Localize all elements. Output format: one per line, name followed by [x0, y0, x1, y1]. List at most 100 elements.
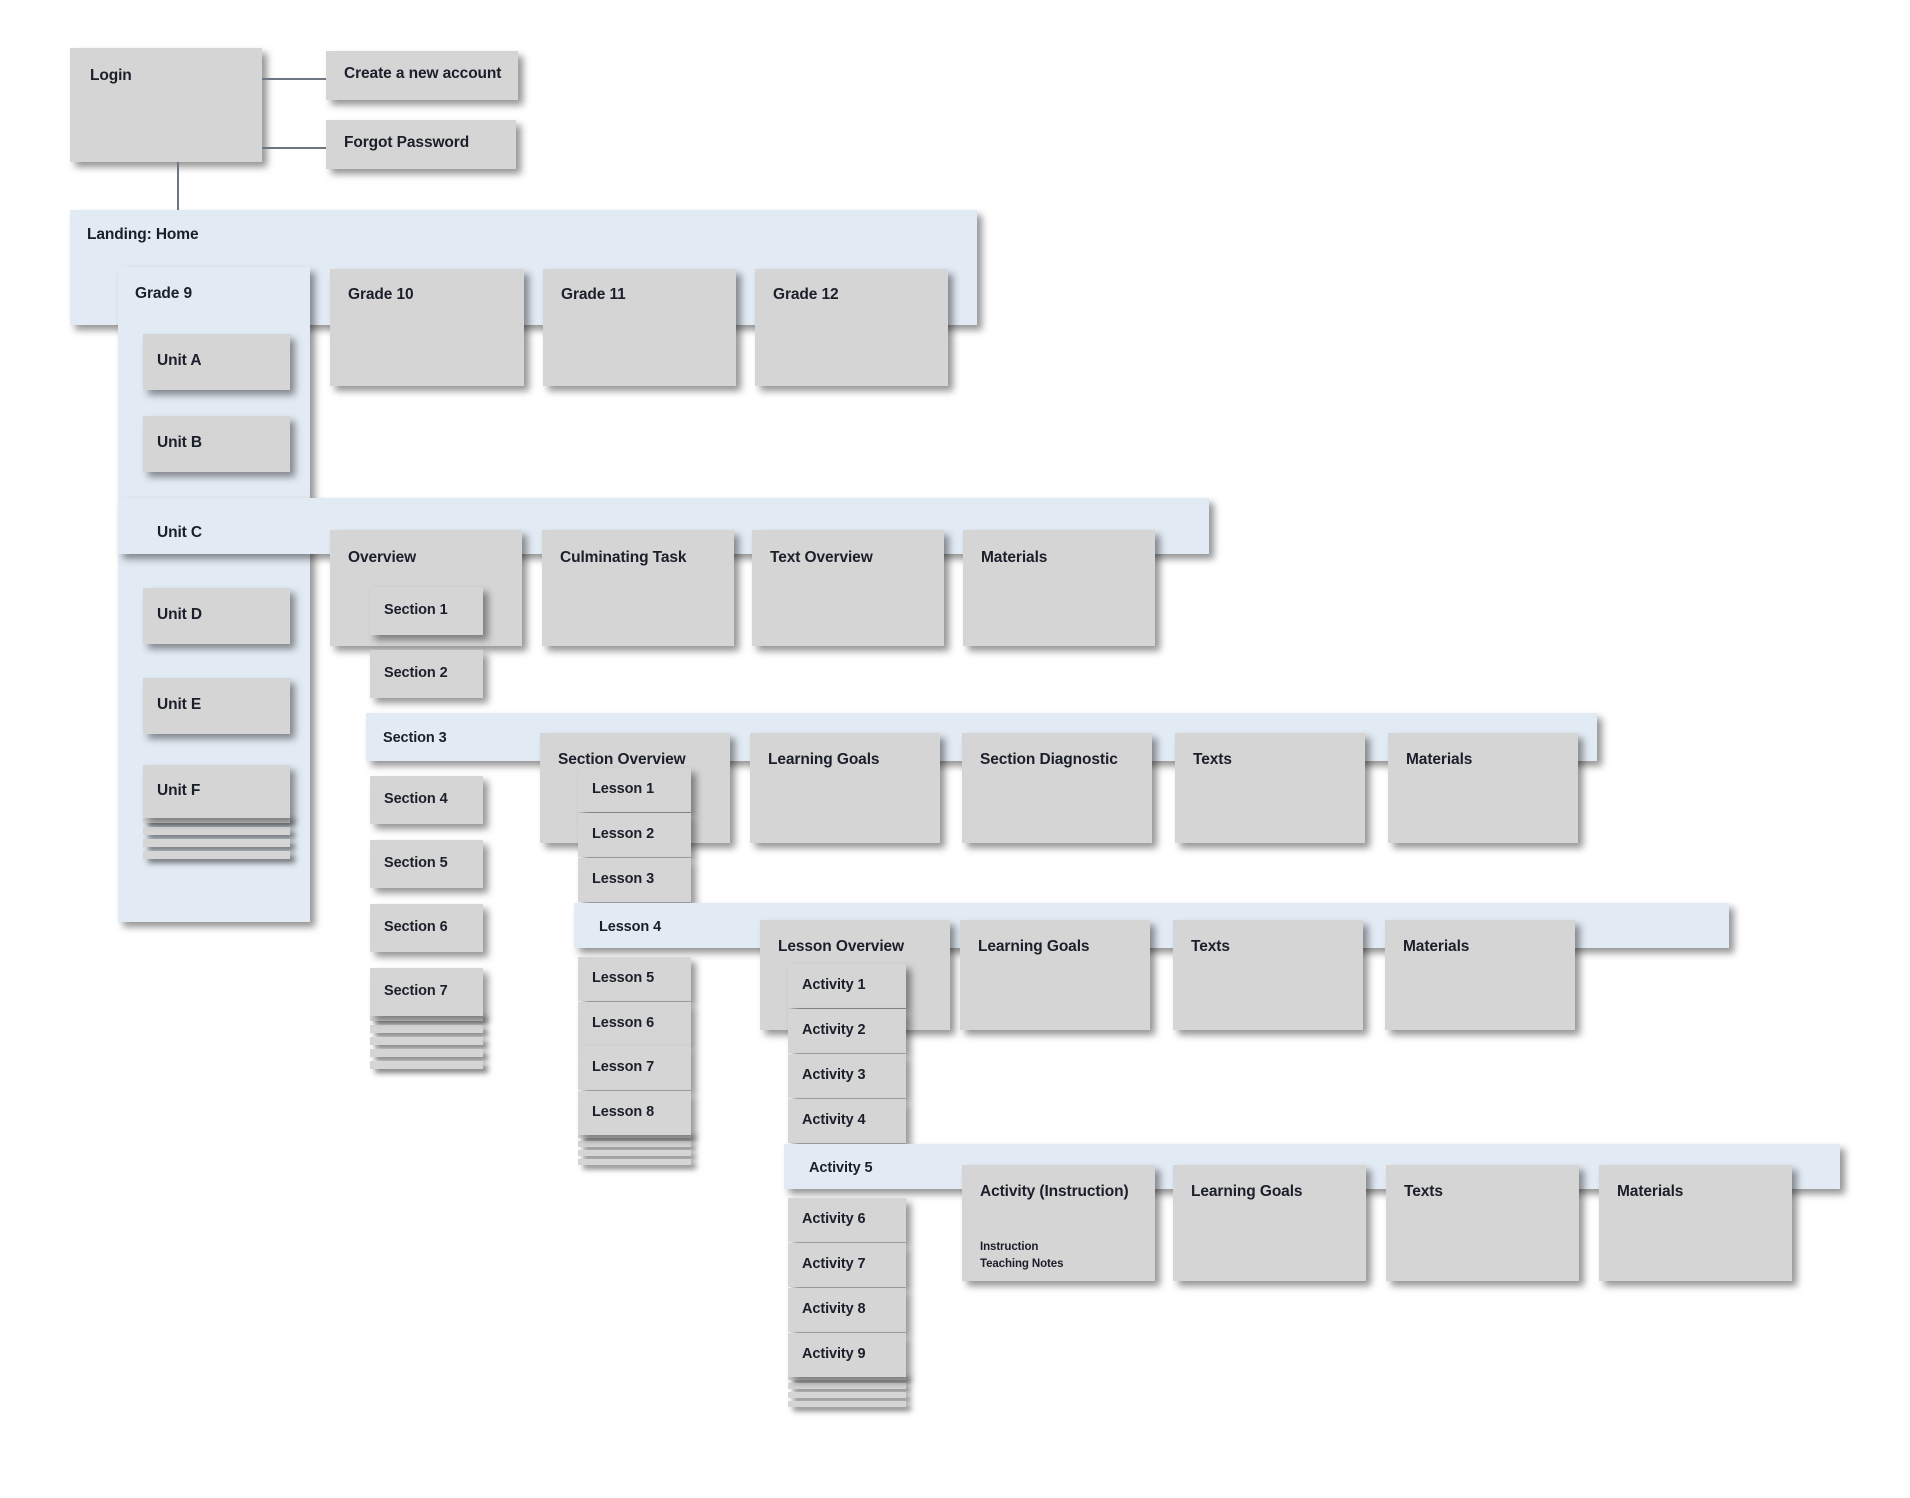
- unit-materials-label: Materials: [981, 549, 1048, 566]
- activity-2-label: Activity 2: [802, 1022, 866, 1038]
- create-account-label: Create a new account: [344, 65, 502, 82]
- lesson-2-label: Lesson 2: [592, 826, 655, 842]
- activity-1-card[interactable]: Activity 1: [788, 964, 906, 1008]
- lesson-5-label: Lesson 5: [592, 970, 655, 986]
- section-texts-label: Texts: [1193, 751, 1232, 768]
- unit-overview-label: Overview: [348, 549, 417, 566]
- lesson-7-card[interactable]: Lesson 7: [578, 1046, 691, 1090]
- unit-b-card[interactable]: Unit B: [143, 416, 290, 472]
- create-account-card[interactable]: Create a new account: [326, 51, 518, 100]
- activity-learning-goals-card[interactable]: Learning Goals: [1173, 1165, 1366, 1281]
- section-2-label: Section 2: [384, 665, 448, 681]
- unit-f-label: Unit F: [157, 782, 201, 799]
- section-6-card[interactable]: Section 6: [370, 904, 483, 952]
- activity-7-label: Activity 7: [802, 1256, 866, 1272]
- section-7-stack-sheet: [370, 1061, 483, 1069]
- grade-11-card[interactable]: Grade 11: [543, 269, 736, 386]
- activity-9-card[interactable]: Activity 9: [788, 1333, 906, 1377]
- unit-c-label: Unit C: [157, 524, 203, 541]
- activity-instruction-card[interactable]: Activity (Instruction) Instruction Teach…: [962, 1165, 1155, 1281]
- connector-login-to-create-account: [262, 78, 326, 80]
- unit-d-card[interactable]: Unit D: [143, 588, 290, 644]
- section-6-label: Section 6: [384, 919, 448, 935]
- lesson-8-card[interactable]: Lesson 8: [578, 1091, 691, 1135]
- section-7-label: Section 7: [384, 983, 448, 999]
- lesson-materials-card[interactable]: Materials: [1385, 920, 1575, 1030]
- grade-11-label: Grade 11: [561, 286, 626, 303]
- lesson-2-card[interactable]: Lesson 2: [578, 813, 691, 857]
- activity-4-card[interactable]: Activity 4: [788, 1099, 906, 1143]
- section-learning-goals-card[interactable]: Learning Goals: [750, 733, 940, 843]
- grade-9-label: Grade 9: [135, 285, 193, 302]
- grade-12-card[interactable]: Grade 12: [755, 269, 948, 386]
- section-overview-label: Section Overview: [558, 751, 686, 768]
- lesson-texts-card[interactable]: Texts: [1173, 920, 1363, 1030]
- activity-texts-label: Texts: [1404, 1183, 1443, 1200]
- activity-materials-card[interactable]: Materials: [1599, 1165, 1792, 1281]
- section-1-card[interactable]: Section 1: [370, 587, 483, 635]
- activity-instruction-sub-instruction: Instruction: [980, 1241, 1039, 1253]
- forgot-password-card[interactable]: Forgot Password: [326, 120, 516, 169]
- unit-e-card[interactable]: Unit E: [143, 678, 290, 734]
- activity-materials-label: Materials: [1617, 1183, 1684, 1200]
- lesson-3-label: Lesson 3: [592, 871, 655, 887]
- landing-home-label: Landing: Home: [87, 226, 199, 243]
- section-7-stack-sheet: [370, 1025, 483, 1033]
- login-card-label: Login: [90, 67, 132, 84]
- section-diagnostic-card[interactable]: Section Diagnostic: [962, 733, 1152, 843]
- unit-d-label: Unit D: [157, 606, 203, 623]
- section-2-card[interactable]: Section 2: [370, 650, 483, 698]
- sitemap-diagram: Login Create a new account Forgot Passwo…: [0, 0, 1910, 1498]
- activity-instruction-label: Activity (Instruction): [980, 1183, 1129, 1200]
- culminating-task-card[interactable]: Culminating Task: [542, 530, 734, 646]
- lesson-1-card[interactable]: Lesson 1: [578, 768, 691, 812]
- lesson-4-label: Lesson 4: [599, 919, 662, 935]
- lesson-8-stack-sheet: [578, 1141, 691, 1147]
- lesson-5-card[interactable]: Lesson 5: [578, 957, 691, 1001]
- activity-8-card[interactable]: Activity 8: [788, 1288, 906, 1332]
- activity-instruction-sub-teaching-notes: Teaching Notes: [980, 1258, 1064, 1270]
- activity-learning-goals-label: Learning Goals: [1191, 1183, 1303, 1200]
- connector-login-to-landing: [177, 162, 179, 210]
- unit-a-card[interactable]: Unit A: [143, 334, 290, 390]
- section-4-label: Section 4: [384, 791, 448, 807]
- login-card[interactable]: Login: [70, 48, 262, 162]
- lesson-8-stack-sheet: [578, 1159, 691, 1165]
- culminating-task-label: Culminating Task: [560, 549, 687, 566]
- section-5-card[interactable]: Section 5: [370, 840, 483, 888]
- lesson-materials-label: Materials: [1403, 938, 1470, 955]
- section-7-stack-sheet: [370, 1049, 483, 1057]
- section-5-label: Section 5: [384, 855, 448, 871]
- text-overview-card[interactable]: Text Overview: [752, 530, 944, 646]
- unit-a-label: Unit A: [157, 352, 202, 369]
- section-diagnostic-label: Section Diagnostic: [980, 751, 1118, 768]
- lesson-6-card[interactable]: Lesson 6: [578, 1002, 691, 1046]
- activity-7-card[interactable]: Activity 7: [788, 1243, 906, 1287]
- lesson-6-label: Lesson 6: [592, 1015, 655, 1031]
- lesson-learning-goals-card[interactable]: Learning Goals: [960, 920, 1150, 1030]
- section-materials-card[interactable]: Materials: [1388, 733, 1578, 843]
- activity-texts-card[interactable]: Texts: [1386, 1165, 1579, 1281]
- activity-2-card[interactable]: Activity 2: [788, 1009, 906, 1053]
- lesson-learning-goals-label: Learning Goals: [978, 938, 1090, 955]
- lesson-7-label: Lesson 7: [592, 1059, 655, 1075]
- lesson-3-card[interactable]: Lesson 3: [578, 858, 691, 902]
- section-7-card[interactable]: Section 7: [370, 968, 483, 1016]
- lesson-1-label: Lesson 1: [592, 781, 655, 797]
- unit-f-stack-sheet: [143, 839, 290, 847]
- lesson-overview-label: Lesson Overview: [778, 938, 905, 955]
- activity-3-card[interactable]: Activity 3: [788, 1054, 906, 1098]
- lesson-texts-label: Texts: [1191, 938, 1230, 955]
- lesson-8-label: Lesson 8: [592, 1104, 655, 1120]
- section-4-card[interactable]: Section 4: [370, 776, 483, 824]
- activity-9-stack-sheet: [788, 1392, 906, 1398]
- section-learning-goals-label: Learning Goals: [768, 751, 880, 768]
- activity-5-label: Activity 5: [809, 1160, 873, 1176]
- activity-6-card[interactable]: Activity 6: [788, 1198, 906, 1242]
- unit-f-card[interactable]: Unit F: [143, 765, 290, 818]
- unit-materials-card[interactable]: Materials: [963, 530, 1155, 646]
- grade-10-card[interactable]: Grade 10: [330, 269, 524, 386]
- activity-4-label: Activity 4: [802, 1112, 866, 1128]
- section-texts-card[interactable]: Texts: [1175, 733, 1365, 843]
- activity-9-stack-sheet: [788, 1383, 906, 1389]
